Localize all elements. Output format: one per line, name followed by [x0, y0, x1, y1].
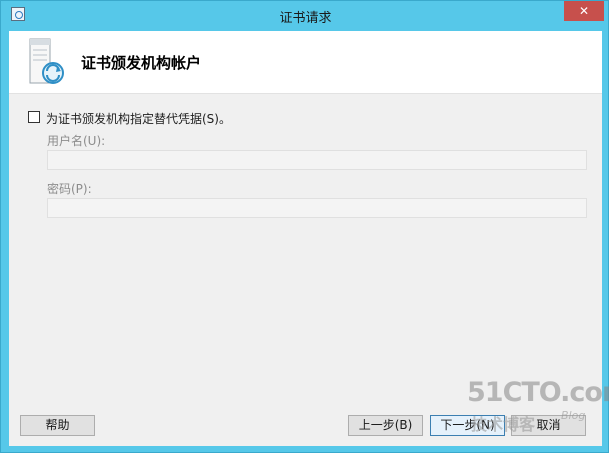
help-button[interactable]: 帮助 — [20, 415, 95, 436]
alt-credentials-label[interactable]: 为证书颁发机构指定替代凭据(S)。 — [46, 110, 231, 127]
password-input[interactable] — [47, 198, 587, 218]
dialog-window: 证书请求 ✕ 证书颁发机构帐户 为证书颁发机构指定替代凭据(S)。 用户名(U)… — [0, 0, 609, 453]
password-label: 密码(P): — [47, 182, 92, 196]
wizard-header: 证书颁发机构帐户 — [9, 31, 602, 94]
next-button[interactable]: 下一步(N) — [430, 415, 505, 436]
close-button[interactable]: ✕ — [564, 1, 604, 21]
window-title: 证书请求 — [279, 11, 332, 26]
username-input[interactable] — [47, 150, 587, 170]
back-button[interactable]: 上一步(B) — [348, 415, 423, 436]
page-title: 证书颁发机构帐户 — [81, 54, 202, 72]
title-bar[interactable]: 证书请求 ✕ — [1, 1, 609, 31]
cancel-button[interactable]: 取消 — [511, 415, 586, 436]
dialog-client-area: 证书颁发机构帐户 为证书颁发机构指定替代凭据(S)。 用户名(U): 密码(P)… — [9, 31, 602, 446]
username-label: 用户名(U): — [47, 134, 106, 148]
alt-credentials-checkbox[interactable] — [28, 111, 40, 123]
certificate-server-icon — [29, 38, 64, 84]
